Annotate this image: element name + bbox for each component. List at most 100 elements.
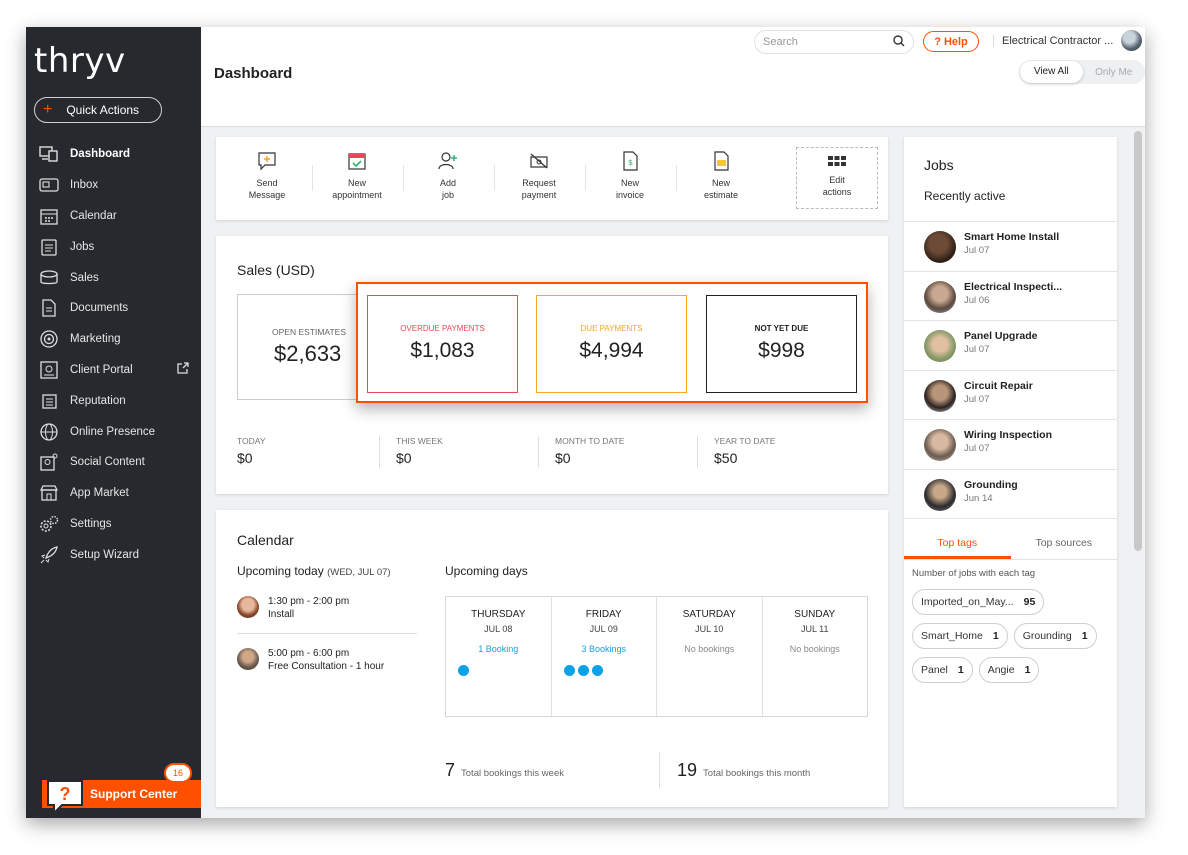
tag-caption: Number of jobs with each tag — [912, 568, 1036, 579]
period-value: $50 — [714, 450, 738, 466]
help-button[interactable]: ? Help — [923, 31, 979, 52]
action-label: actions — [822, 187, 852, 197]
avatar — [924, 478, 956, 511]
globe-icon — [38, 422, 60, 442]
quick-actions-label: Quick Actions — [66, 103, 140, 117]
account-name[interactable]: Electrical Contractor ... — [993, 35, 1113, 47]
app-window: thryv + Quick Actions Dashboard Inbox Ca… — [26, 27, 1145, 818]
day-bookings: No bookings — [684, 644, 735, 654]
booking-dots — [563, 665, 603, 676]
job-name: Circuit Repair — [964, 379, 1033, 392]
job-name: Panel Upgrade — [964, 330, 1038, 342]
day-column-saturday[interactable]: SATURDAY JUL 10 No bookings — [657, 597, 763, 716]
calendar-card: Calendar Upcoming today (WED, JUL 07) 1:… — [216, 510, 888, 807]
sidebar-item-online-presence[interactable]: Online Presence — [26, 416, 201, 447]
search-input[interactable]: Search — [754, 30, 914, 54]
sidebar-item-sales[interactable]: Sales — [26, 262, 201, 293]
tag-name: Smart_Home — [921, 630, 983, 642]
booking-dots — [458, 665, 469, 676]
day-bookings: No bookings — [789, 644, 840, 654]
tab-top-tags[interactable]: Top tags — [904, 528, 1011, 559]
period-value: $0 — [555, 450, 571, 466]
sidebar-item-dashboard[interactable]: Dashboard — [26, 139, 201, 170]
list-item[interactable]: Electrical Inspecti... Jul 06 — [904, 272, 1117, 321]
divider — [312, 165, 313, 191]
user-avatar[interactable] — [1121, 30, 1142, 51]
day-date: JUL 09 — [589, 624, 618, 634]
list-item[interactable]: Wiring Inspection Jul 07 — [904, 420, 1117, 470]
booking-dot — [577, 665, 589, 676]
divider — [237, 633, 417, 634]
sidebar-item-settings[interactable]: Settings — [26, 509, 201, 540]
list-item[interactable]: Circuit Repair Jul 07 — [904, 371, 1117, 420]
due-payments-tile[interactable]: DUE PAYMENTS $4,994 — [536, 295, 687, 393]
sidebar-item-label: Settings — [70, 517, 112, 530]
week-total-label: Total bookings this week — [461, 768, 564, 779]
scrollbar[interactable] — [1134, 131, 1142, 551]
new-invoice-action[interactable]: $ New invoice — [590, 151, 670, 201]
tab-top-sources[interactable]: Top sources — [1011, 528, 1118, 559]
sidebar-item-documents[interactable]: Documents — [26, 293, 201, 324]
job-name: Grounding — [964, 478, 1018, 491]
sidebar-item-label: Social Content — [70, 456, 145, 469]
action-label: Request — [522, 178, 556, 188]
sidebar-item-setup-wizard[interactable]: Setup Wizard — [26, 539, 201, 570]
only-me-toggle[interactable]: Only Me — [1083, 67, 1146, 78]
day-column-sunday[interactable]: SUNDAY JUL 11 No bookings — [763, 597, 868, 716]
action-label: estimate — [703, 190, 738, 200]
booking-dot — [563, 665, 575, 676]
documents-icon — [38, 298, 60, 318]
tag-chip[interactable]: Panel 1 — [912, 657, 973, 683]
booking-dot — [591, 665, 603, 676]
request-payment-action[interactable]: Request payment — [499, 151, 579, 201]
jobs-icon — [38, 237, 60, 257]
sidebar-item-inbox[interactable]: Inbox — [26, 170, 201, 201]
tag-chip[interactable]: Imported_on_May... 95 — [912, 589, 1045, 615]
rocket-icon — [38, 545, 60, 565]
list-item[interactable]: Smart Home Install Jul 07 — [904, 222, 1117, 272]
sidebar-item-calendar[interactable]: Calendar — [26, 201, 201, 232]
period-value: $0 — [396, 450, 412, 466]
day-bookings-link[interactable]: 3 Bookings — [552, 644, 657, 654]
tag-chip[interactable]: Smart_Home 1 — [912, 623, 1008, 649]
edit-actions-button[interactable]: Edit actions — [796, 147, 878, 209]
sales-icon — [38, 268, 60, 288]
tag-chip[interactable]: Grounding 1 — [1013, 623, 1097, 649]
overdue-payments-tile[interactable]: OVERDUE PAYMENTS $1,083 — [367, 295, 518, 393]
estimate-icon — [714, 151, 729, 171]
sales-periods: TODAY $0 THIS WEEK $0 MONTH TO DATE $0 Y… — [237, 436, 877, 468]
sidebar-item-label: Inbox — [70, 179, 99, 192]
appointment-desc: Free Consultation - 1 hour — [268, 660, 385, 672]
search-placeholder: Search — [763, 36, 798, 48]
day-column-thursday[interactable]: THURSDAY JUL 08 1 Booking — [446, 597, 552, 716]
sidebar-item-label: App Market — [70, 487, 129, 500]
action-label: invoice — [615, 190, 644, 200]
view-all-toggle[interactable]: View All — [1020, 61, 1083, 83]
sidebar-item-client-portal[interactable]: Client Portal — [26, 355, 201, 386]
day-date: JUL 08 — [484, 624, 513, 634]
sidebar-item-reputation[interactable]: Reputation — [26, 385, 201, 416]
search-icon[interactable] — [893, 34, 905, 50]
tag-chip[interactable]: Angie 1 — [978, 657, 1040, 683]
send-message-action[interactable]: Send Message — [227, 151, 307, 201]
avatar — [237, 648, 259, 670]
list-item[interactable]: Grounding Jun 14 — [904, 470, 1117, 519]
sales-title: Sales (USD) — [237, 262, 315, 278]
list-item[interactable]: Panel Upgrade Jul 07 — [904, 321, 1117, 371]
sidebar-item-marketing[interactable]: Marketing — [26, 324, 201, 355]
due-payments-value: $4,994 — [579, 339, 644, 362]
add-job-action[interactable]: Add job — [408, 151, 488, 201]
divider — [538, 436, 539, 468]
not-yet-due-tile[interactable]: NOT YET DUE $998 — [706, 295, 857, 393]
sidebar-item-jobs[interactable]: Jobs — [26, 231, 201, 262]
support-chat-icon: ? — [47, 780, 83, 815]
sidebar-item-app-market[interactable]: App Market — [26, 478, 201, 509]
new-estimate-action[interactable]: New estimate — [681, 151, 761, 201]
social-content-icon — [38, 452, 60, 472]
day-column-friday[interactable]: FRIDAY JUL 09 3 Bookings — [552, 597, 657, 716]
day-bookings-link[interactable]: 1 Booking — [446, 644, 551, 654]
sidebar-item-social-content[interactable]: Social Content — [26, 447, 201, 478]
quick-actions-button[interactable]: + Quick Actions — [34, 97, 162, 123]
new-appointment-action[interactable]: New appointment — [317, 151, 397, 201]
due-payments-label: DUE PAYMENTS — [580, 324, 643, 333]
